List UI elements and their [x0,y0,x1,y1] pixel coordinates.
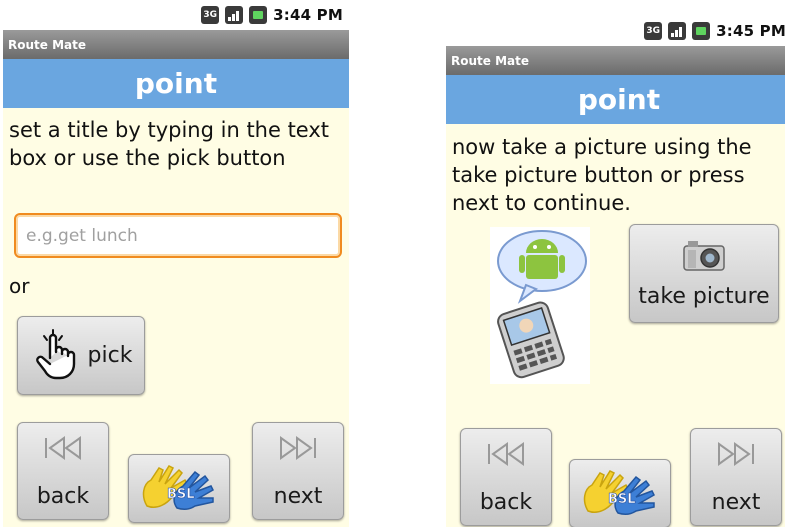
bsl-button[interactable]: BSL [569,459,671,527]
bsl-icon-text: BSL [608,492,636,507]
status-bar: 3G 3:44 PM [3,0,349,30]
phone-screen-right: 3G 3:45 PM Route Mate point now take a p… [446,16,785,527]
skip-back-icon [485,441,527,471]
back-button[interactable]: back [460,428,552,526]
android-phone-illustration [490,230,590,388]
network-3g-icon: 3G [644,22,663,40]
app-title-bar: Route Mate [3,30,349,59]
network-3g-icon: 3G [201,6,220,24]
skip-forward-icon [277,435,319,465]
battery-icon [692,22,711,40]
instruction-text: set a title by typing in the text box or… [9,118,330,170]
back-button[interactable]: back [17,422,109,520]
battery-icon [249,6,268,24]
skip-forward-icon [715,441,757,471]
bsl-hands-icon: BSL [137,462,221,516]
signal-icon [225,6,244,24]
take-picture-button[interactable]: take picture [629,224,779,323]
next-button[interactable]: next [252,422,344,520]
instruction-text: now take a picture using the take pictur… [452,135,752,215]
status-bar: 3G 3:45 PM [446,16,785,46]
status-time: 3:44 PM [273,6,343,24]
hand-pointer-icon [30,328,82,384]
captured-photo [490,227,590,384]
bsl-icon-text: BSL [167,487,195,502]
pick-button[interactable]: pick [17,316,145,395]
next-button[interactable]: next [690,428,782,526]
pick-button-label: pick [87,343,133,368]
page-title: point [446,75,785,124]
skip-back-icon [42,435,84,465]
status-time: 3:45 PM [716,22,785,40]
or-label: or [9,274,30,298]
next-button-label: next [711,490,761,515]
bsl-hands-icon: BSL [578,467,662,521]
bsl-button[interactable]: BSL [128,454,230,523]
back-button-label: back [36,484,90,509]
back-button-label: back [479,490,533,515]
phone-screen-left: 3G 3:44 PM Route Mate point set a title … [3,0,349,527]
app-title-bar: Route Mate [446,46,785,75]
take-picture-label: take picture [638,284,770,309]
camera-icon [682,238,726,276]
signal-icon [668,22,687,40]
page-title: point [3,59,349,108]
next-button-label: next [273,484,323,509]
title-input[interactable] [14,213,342,258]
